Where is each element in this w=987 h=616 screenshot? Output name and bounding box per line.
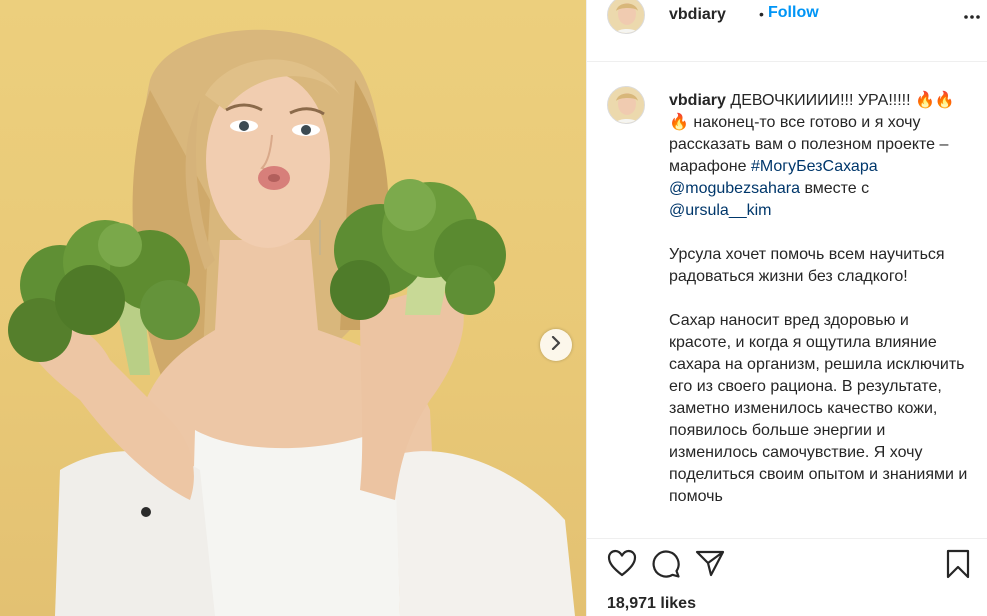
mention-link-mogubezsahara[interactable]: @mogubezsahara [669, 180, 800, 197]
caption-avatar[interactable] [607, 86, 645, 124]
post-photo[interactable] [0, 0, 586, 616]
caption-paragraph-3: Сахар наносит вред здоровью и красоте, и… [669, 312, 968, 505]
header-username[interactable]: vbdiary [669, 6, 726, 24]
bookmark-icon[interactable] [945, 549, 971, 584]
caption-paragraph-2: Урсула хочет помочь всем научиться радов… [669, 246, 945, 285]
chevron-right-icon [550, 335, 562, 355]
instagram-post: vbdiary • Follow vbdiary ДЕВОЧКИИИИ!!! У… [0, 0, 987, 616]
post-caption: vbdiary ДЕВОЧКИИИИ!!! УРА!!!!! 🔥🔥🔥 након… [669, 90, 969, 530]
follow-button[interactable]: Follow [768, 4, 819, 22]
next-photo-button[interactable] [540, 329, 572, 361]
post-header: vbdiary • Follow [587, 0, 987, 62]
likes-count[interactable]: 18,971 likes [607, 595, 696, 613]
photo-woman-with-broccoli [8, 29, 575, 616]
comment-icon[interactable] [651, 549, 681, 584]
post-actions: 18,971 likes [587, 538, 987, 616]
post-side-panel: vbdiary • Follow vbdiary ДЕВОЧКИИИИ!!! У… [586, 0, 987, 616]
separator-dot: • [759, 6, 764, 22]
comments-area[interactable]: vbdiary ДЕВОЧКИИИИ!!! УРА!!!!! 🔥🔥🔥 након… [587, 62, 987, 538]
heart-icon[interactable] [607, 549, 637, 582]
caption-username[interactable]: vbdiary [669, 92, 726, 109]
avatar[interactable] [607, 0, 645, 34]
more-options-icon[interactable] [963, 8, 981, 31]
mention-link-ursula-kim[interactable]: @ursula__kim [669, 202, 772, 219]
paper-plane-icon[interactable] [695, 549, 725, 582]
caption-text-together: вместе с [804, 180, 870, 197]
hashtag-link[interactable]: #МогуБезСахара [751, 158, 878, 175]
